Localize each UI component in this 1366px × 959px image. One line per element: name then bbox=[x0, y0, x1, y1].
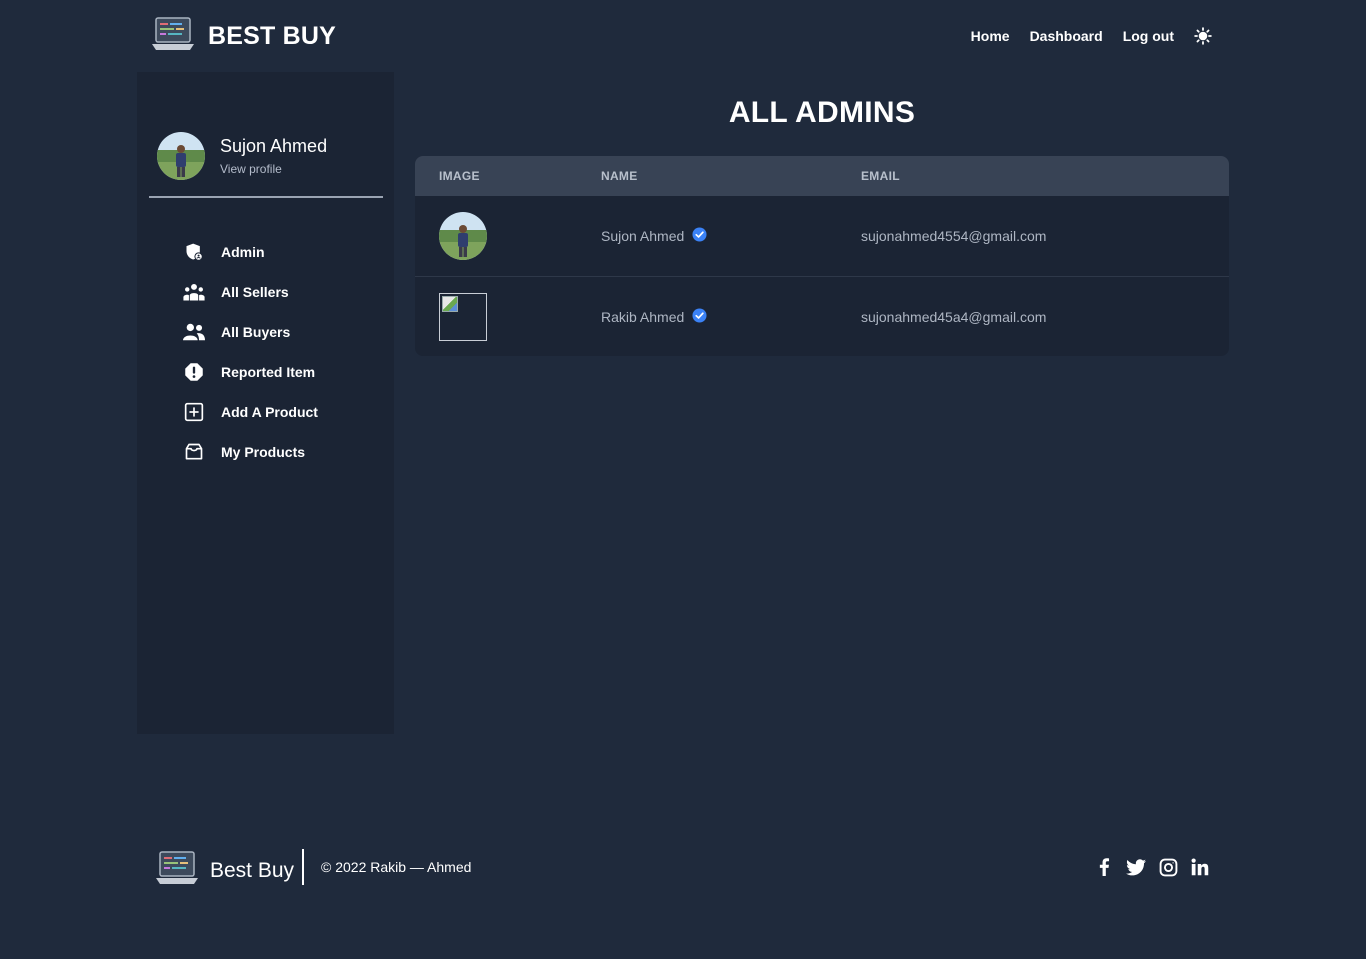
column-header-email: EMAIL bbox=[861, 169, 900, 183]
admin-name: Rakib Ahmed bbox=[601, 308, 685, 325]
users-icon bbox=[183, 321, 205, 343]
sun-icon[interactable] bbox=[1194, 27, 1212, 45]
sidebar-menu: Admin All Sellers All Buyers Reported It… bbox=[183, 232, 383, 472]
instagram-icon[interactable] bbox=[1158, 857, 1178, 877]
table-row: Rakib Ahmed sujonahmed45a4@gmail.com bbox=[415, 276, 1229, 356]
linkedin-icon[interactable] bbox=[1190, 857, 1210, 877]
twitter-icon[interactable] bbox=[1126, 857, 1146, 877]
profile-name: Sujon Ahmed bbox=[220, 136, 328, 156]
verified-badge-icon bbox=[692, 307, 707, 326]
name-cell: Rakib Ahmed bbox=[601, 307, 861, 326]
inbox-icon bbox=[183, 441, 205, 463]
sidebar-item-add-product[interactable]: Add A Product bbox=[183, 392, 383, 432]
copyright-text: © 2022 Rakib — Ahmed bbox=[321, 859, 472, 875]
name-cell: Sujon Ahmed bbox=[601, 227, 861, 245]
admin-avatar bbox=[439, 212, 487, 260]
sidebar-item-label: Add A Product bbox=[221, 404, 318, 420]
footer: Best Buy © 2022 Rakib — Ahmed bbox=[0, 832, 1366, 904]
column-header-name: NAME bbox=[601, 169, 638, 183]
plus-square-icon bbox=[183, 401, 205, 423]
table-header: IMAGE NAME EMAIL bbox=[415, 156, 1229, 196]
verified-badge-icon bbox=[692, 227, 707, 245]
sidebar-item-label: Reported Item bbox=[221, 364, 316, 380]
shield-user-icon bbox=[183, 241, 205, 263]
brand-logo-link[interactable]: BEST BUY bbox=[152, 16, 337, 57]
sidebar-item-admin[interactable]: Admin bbox=[183, 232, 383, 272]
brand-title: BEST BUY bbox=[208, 21, 337, 50]
social-links bbox=[1094, 857, 1210, 877]
footer-brand-name: Best Buy bbox=[210, 858, 295, 882]
nav-dashboard-link[interactable]: Dashboard bbox=[1030, 28, 1103, 44]
dashboard-sidebar: Sujon Ahmed View profile Admin All Selle… bbox=[137, 72, 394, 734]
facebook-icon[interactable] bbox=[1094, 857, 1114, 877]
image-cell bbox=[415, 212, 601, 260]
laptop-icon bbox=[152, 16, 194, 57]
sidebar-item-label: My Products bbox=[221, 444, 306, 460]
admin-name: Sujon Ahmed bbox=[601, 228, 685, 244]
page-title: ALL ADMINS bbox=[728, 96, 916, 129]
sidebar-item-all-sellers[interactable]: All Sellers bbox=[183, 272, 383, 312]
view-profile-link[interactable]: View profile bbox=[220, 162, 282, 176]
sidebar-item-label: Admin bbox=[221, 244, 265, 260]
alert-icon bbox=[183, 361, 205, 383]
avatar bbox=[157, 132, 205, 180]
image-cell bbox=[415, 292, 601, 341]
nav-logout-link[interactable]: Log out bbox=[1123, 28, 1174, 44]
admin-email: sujonahmed4554@gmail.com bbox=[861, 228, 1047, 244]
sidebar-item-label: All Buyers bbox=[221, 324, 291, 340]
footer-divider bbox=[302, 849, 304, 885]
sidebar-profile: Sujon Ahmed View profile bbox=[149, 130, 383, 198]
broken-image-icon bbox=[439, 292, 487, 341]
nav-home-link[interactable]: Home bbox=[971, 28, 1010, 44]
sidebar-item-label: All Sellers bbox=[221, 284, 289, 300]
admins-table: IMAGE NAME EMAIL Sujon Ahmed sujonahmed4… bbox=[415, 156, 1229, 356]
footer-brand-link[interactable]: Best Buy bbox=[156, 850, 294, 891]
main-nav: Home Dashboard Log out bbox=[971, 24, 1212, 48]
users-group-icon bbox=[183, 281, 205, 303]
table-row: Sujon Ahmed sujonahmed4554@gmail.com bbox=[415, 196, 1229, 276]
column-header-image: IMAGE bbox=[439, 169, 480, 183]
sidebar-item-reported-item[interactable]: Reported Item bbox=[183, 352, 383, 392]
laptop-icon bbox=[156, 850, 198, 891]
top-navbar: BEST BUY Home Dashboard Log out bbox=[0, 0, 1366, 72]
admin-email: sujonahmed45a4@gmail.com bbox=[861, 308, 1047, 325]
sidebar-item-all-buyers[interactable]: All Buyers bbox=[183, 312, 383, 352]
sidebar-item-my-products[interactable]: My Products bbox=[183, 432, 383, 472]
